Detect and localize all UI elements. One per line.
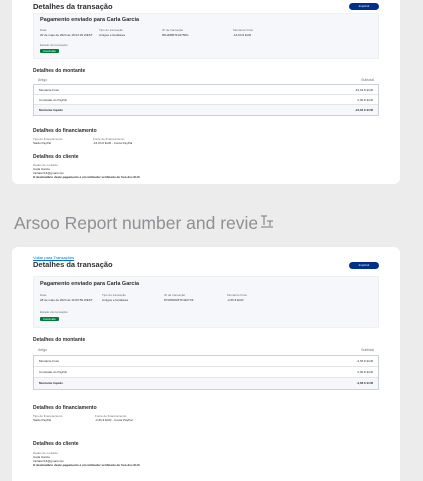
status-label: Estado da transação xyxy=(40,310,68,314)
status-label: Estado da transação xyxy=(40,43,68,47)
print-button[interactable]: Imprimir xyxy=(349,3,379,10)
page-title: Detalhes da transação xyxy=(33,2,113,11)
funding-type: Tipo de financiamento Saldo PayPal xyxy=(33,137,63,145)
funding-type: Tipo de financiamento Saldo PayPal xyxy=(33,414,63,422)
payment-summary-panel: Pagamento enviado para Carla Garcia Data… xyxy=(33,276,379,328)
page-title: Detalhes da transação xyxy=(33,260,113,269)
payment-title: Pagamento enviado para Carla Garcia xyxy=(40,17,140,23)
amount-table-header: Artigo Subtotal xyxy=(38,78,374,82)
funding-source: Fonte de financiamento -2,66 € EUR - Con… xyxy=(95,414,133,422)
meta-gross-amount: Montante bruto -16,64 € EUR xyxy=(233,28,254,37)
table-row: Comissão do PayPal 0,00 € EUR xyxy=(34,95,378,105)
meta-gross-amount: Montante bruto -2,66 € EUR xyxy=(227,293,248,302)
meta-type: Tipo de transação Amigos e familiares xyxy=(102,293,129,302)
meta-transaction-id[interactable]: ID da transação 8FH48867F44756G xyxy=(162,28,189,37)
header: Detalhes da transação Imprimir xyxy=(33,2,379,12)
meta-transaction-id[interactable]: ID da transação 8Y0650025TF4407X6 xyxy=(164,293,193,302)
meta-date: Data 20 de maio de 2024 às 18:22:39 WEST xyxy=(40,28,93,37)
payment-title: Pagamento enviado para Carla Garcia xyxy=(40,281,140,287)
share-icon[interactable] xyxy=(260,213,274,234)
table-row: Montante bruto -16,64 € EUR xyxy=(34,85,378,95)
amount-table-header: Artigo Subtotal xyxy=(38,348,374,352)
print-button[interactable]: Imprimir xyxy=(349,262,379,269)
meta-type: Tipo de transação Amigos e familiares xyxy=(99,28,126,37)
payment-summary-panel: Pagamento enviado para Carla Garcia Data… xyxy=(33,13,379,59)
client-section-title: Detalhes do cliente xyxy=(33,441,79,447)
client-details: Dados de contacto Carla Garcia carlaferr… xyxy=(33,163,140,179)
funding-section-title: Detalhes do financiamento xyxy=(33,405,97,411)
table-row: Comissão do PayPal 0,00 € EUR xyxy=(34,367,378,378)
caption-text: Arsoo Report number and revie xyxy=(14,213,274,234)
transaction-card-bottom: Voltar para Transações Detalhes da trans… xyxy=(12,247,400,481)
client-details: Dados de contacto Carla Garcia carlaferr… xyxy=(33,451,140,467)
table-row: Montante bruto -2,66 € EUR xyxy=(34,356,378,367)
status-badge: Concluída xyxy=(40,317,59,321)
funding-source: Fonte de financiamento -16,64 € EUR - Co… xyxy=(93,137,133,145)
meta-date: Data 28 de maio de 2024 às 16:05:59 WEST xyxy=(40,293,93,302)
table-row-total: Montante líquido -2,66 € EUR xyxy=(34,378,378,389)
amount-table: Montante bruto -2,66 € EUR Comissão do P… xyxy=(33,355,379,390)
table-row-total: Montante líquido -16,64 € EUR xyxy=(34,105,378,115)
amount-table: Montante bruto -16,64 € EUR Comissão do … xyxy=(33,84,379,116)
transaction-card-top: Detalhes da transação Imprimir Pagamento… xyxy=(12,0,400,184)
header: Voltar para Transações Detalhes da trans… xyxy=(33,255,379,271)
client-section-title: Detalhes do cliente xyxy=(33,154,79,160)
funding-section-title: Detalhes do financiamento xyxy=(33,128,97,134)
amount-section-title: Detalhes do montante xyxy=(33,68,86,74)
amount-section-title: Detalhes do montante xyxy=(33,337,86,343)
status-badge: Concluída xyxy=(40,49,59,53)
